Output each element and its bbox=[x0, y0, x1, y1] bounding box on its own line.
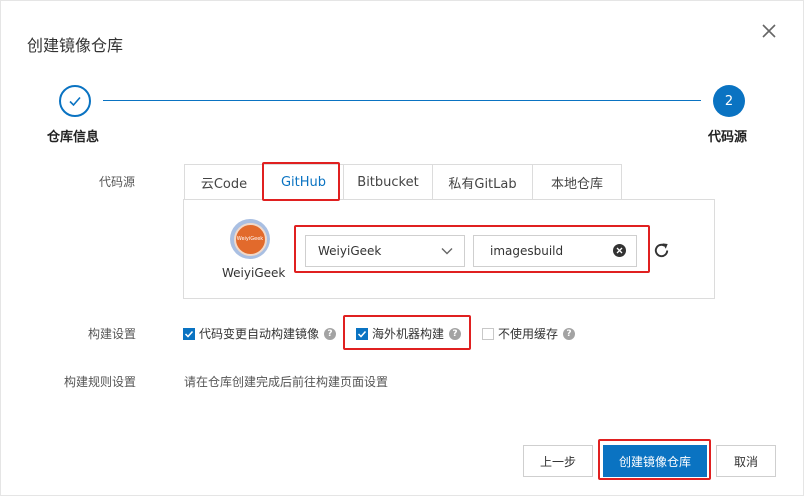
step-2-indicator: 2 bbox=[713, 85, 745, 117]
check-icon bbox=[69, 96, 81, 107]
account-name: WeiyiGeek bbox=[222, 266, 286, 280]
step-2-label: 代码源 bbox=[708, 130, 748, 145]
dialog-title: 创建镜像仓库 bbox=[27, 36, 124, 55]
create-repo-dialog: 创建镜像仓库 2 仓库信息 代码源 代码源 云Code GitHub Bitbu… bbox=[0, 0, 804, 496]
avatar-text: WeiyiGeek bbox=[233, 222, 267, 256]
prev-step-button[interactable]: 上一步 bbox=[523, 445, 593, 477]
no-cache-label: 不使用缓存 bbox=[498, 327, 559, 341]
create-repo-button[interactable]: 创建镜像仓库 bbox=[603, 445, 707, 477]
build-rules-hint: 请在仓库创建完成后前往构建页面设置 bbox=[184, 375, 389, 389]
build-settings-label: 构建设置 bbox=[88, 327, 137, 341]
tab-yun-code[interactable]: 云Code bbox=[184, 164, 263, 200]
option-auto-build: 代码变更自动构建镜像 ? bbox=[183, 325, 337, 342]
help-icon[interactable]: ? bbox=[324, 327, 337, 340]
close-icon[interactable] bbox=[759, 21, 779, 41]
overseas-build-label: 海外机器构建 bbox=[372, 327, 445, 341]
step-1-indicator bbox=[59, 85, 91, 117]
tab-github[interactable]: GitHub bbox=[263, 164, 343, 200]
code-source-label: 代码源 bbox=[99, 175, 136, 189]
refresh-icon[interactable] bbox=[652, 241, 671, 260]
help-icon[interactable]: ? bbox=[449, 327, 462, 340]
step-1-label: 仓库信息 bbox=[47, 130, 100, 145]
code-source-tabs: 云Code GitHub Bitbucket 私有GitLab 本地仓库 bbox=[184, 164, 622, 200]
cancel-button[interactable]: 取消 bbox=[716, 445, 776, 477]
step-progress-line bbox=[103, 100, 701, 101]
chevron-down-icon bbox=[441, 248, 453, 255]
auto-build-checkbox[interactable] bbox=[183, 327, 195, 340]
step-2-number: 2 bbox=[724, 93, 734, 109]
tab-private-gitlab[interactable]: 私有GitLab bbox=[432, 164, 532, 200]
no-cache-checkbox[interactable] bbox=[482, 327, 494, 340]
avatar: WeiyiGeek bbox=[230, 219, 270, 259]
option-overseas-build: 海外机器构建 ? bbox=[356, 325, 462, 342]
tab-bitbucket[interactable]: Bitbucket bbox=[343, 164, 432, 200]
overseas-build-checkbox[interactable] bbox=[356, 327, 368, 340]
help-icon[interactable]: ? bbox=[563, 327, 576, 340]
namespace-select[interactable]: WeiyiGeek bbox=[305, 235, 465, 267]
clear-icon[interactable] bbox=[613, 244, 626, 257]
tab-local-repo[interactable]: 本地仓库 bbox=[532, 164, 622, 200]
option-no-cache: 不使用缓存 ? bbox=[482, 325, 576, 342]
build-rules-label: 构建规则设置 bbox=[64, 375, 137, 389]
auto-build-label: 代码变更自动构建镜像 bbox=[199, 327, 320, 341]
namespace-select-value: WeiyiGeek bbox=[318, 244, 382, 258]
